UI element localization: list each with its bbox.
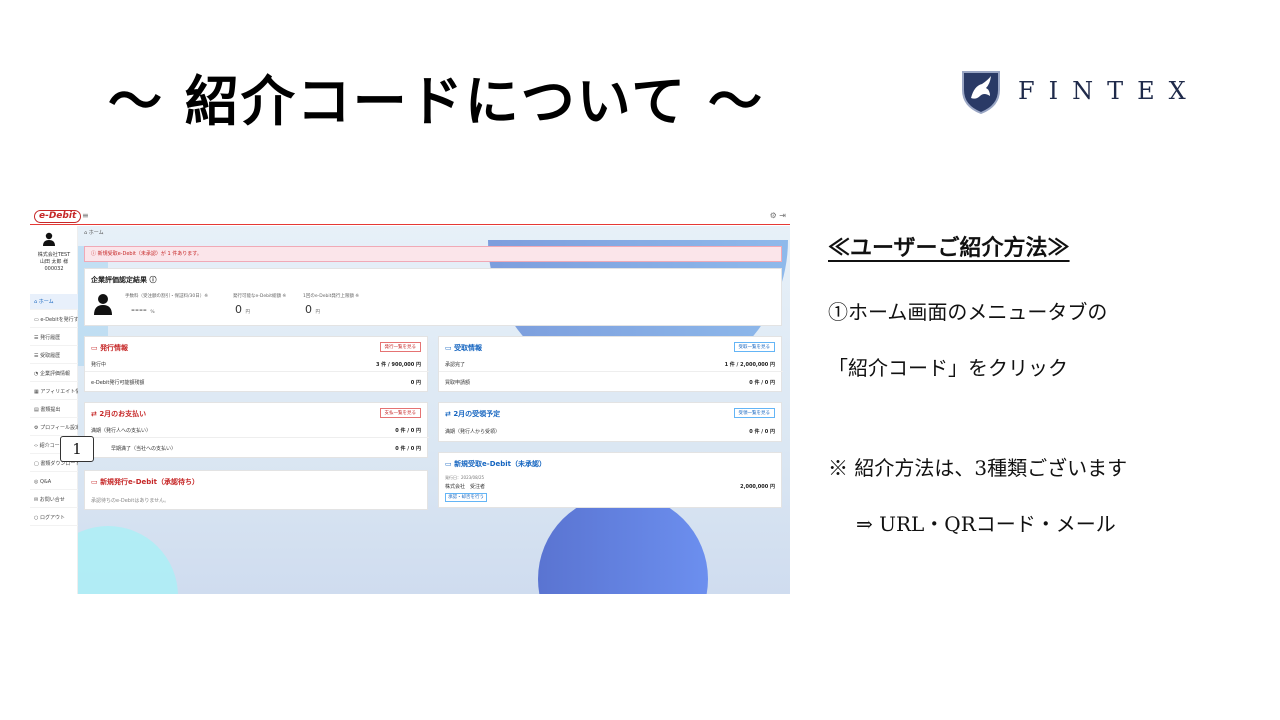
breadcrumb: ⌂ ホーム [84,230,104,236]
app-main: ⌂ ホーム ⓘ 新規受取e-Debit（未承認）が 1 件あります。 企業評価認… [78,226,790,594]
receive-list-button[interactable]: 受取一覧を見る [733,342,775,352]
issue-remaining-label: e-Debit発行可能額残額 [91,380,145,386]
app-topbar: e-Debit ≡ ⚙ ⇥ [30,208,790,225]
explanation-line-2: 「紹介コード」をクリック [828,356,1068,380]
sidebar-item-issue-history[interactable]: ☰ 発行履歴 [30,330,78,346]
company-avatar-icon [94,294,112,315]
evaluation-title: 企業評価認定結果 ⓘ [91,276,157,284]
payment-card: ⇄ 2月のお支払い 支払一覧を見る 満期（発行人への支払い） 0 件 / 0 円… [84,402,429,458]
user-id: 000032 [44,266,64,272]
fee-label: 手数料（受注額の割引・保証料/30日）※ [125,294,209,299]
receive-row-value: 1 件 / 2,000,000 円 [724,362,775,368]
new-receive-title: ▭ 新規受取e-Debit（未承認） [445,460,547,468]
issuable-total-value: 0 円 [235,303,250,316]
slide-title: ～ 紹介コードについて ～ [108,70,764,133]
user-info: 株式会社TEST 山田 太郎 様 000032 [30,252,78,273]
help-icon[interactable]: ⓘ [149,276,156,284]
fee-value: ---- % [131,303,155,316]
decor-blob [538,494,708,594]
issue-row-value: 3 件 / 900,000 円 [375,362,421,368]
issue-info-title: ▭ 発行情報 [91,344,129,352]
sidebar-item-documents[interactable]: ▤ 書類提出 [30,402,78,418]
planned-receipt-title: ⇄ 2月の受領予定 [445,410,501,418]
step-callout: 1 [60,436,94,462]
sidebar-item-issue[interactable]: ▭ e-Debitを発行する [30,312,84,328]
divider [85,437,429,438]
receive-row-label: 承認完了 [445,362,466,368]
sidebar-item-profile[interactable]: ⚙ プロフィール設定 [30,420,80,436]
purchase-request-value: 0 件 / 0 円 [749,380,775,386]
brand-name: FINTEX [1018,77,1200,105]
payment-title: ⇄ 2月のお支払い [91,410,147,418]
explanation-methods: ⇒ URL・QRコード・メール [856,512,1116,536]
planned-row-label: 満期（発行人から受領） [445,429,501,435]
sidebar-item-evaluation[interactable]: ◔ 企業評価情報 [30,366,78,382]
new-issue-empty: 承認待ちのe-Debitはありません。 [91,498,170,504]
approve-button[interactable]: 承認・却否を行う [445,493,487,502]
planned-list-button[interactable]: 受領一覧を見る [733,408,775,418]
explanation-line-1: ①ホーム画面のメニュータブの [828,300,1108,324]
issue-info-card: ▭ 発行情報 発行一覧を見る 発行中 3 件 / 900,000 円 e-Deb… [84,336,429,392]
gear-icon[interactable]: ⚙ [770,211,777,220]
new-receive-date: 発行日：2023/08/25 [445,475,485,480]
receive-info-title: ▭ 受取情報 [445,344,483,352]
sidebar-item-contact[interactable]: ✉ お問い合せ [30,492,78,508]
new-issue-card: ▭ 新規発行e-Debit（承認待ち） 承認待ちのe-Debitはありません。 [84,470,428,510]
issuable-total-label: 発行可能なe-Debit総額 ※ [233,294,287,299]
planned-receipt-card: ⇄ 2月の受領予定 受領一覧を見る 満期（発行人から受領） 0 件 / 0 円 [438,402,782,442]
explanation-heading: ≪ユーザーご紹介方法≫ [828,235,1070,261]
new-receive-company: 株式会社 受注者 [445,484,486,490]
payment-row-value: 0 件 / 0 円 [395,428,421,434]
top-icons: ⚙ ⇥ [770,211,786,220]
planned-row-value: 0 件 / 0 円 [749,429,775,435]
explanation-note: ※ 紹介方法は、3種類ございます [828,456,1128,480]
user-company: 株式会社TEST [37,252,71,258]
divider [85,371,429,372]
sidebar-item-affiliate[interactable]: ▦ アフィリエイト情報 [30,384,85,400]
payment-list-button[interactable]: 支払一覧を見る [379,408,421,418]
fintex-logo: FINTEX [960,66,1200,116]
issue-remaining-value: 0 円 [410,380,421,386]
issue-limit-value: 0 円 [305,303,320,316]
early-payment-label: 早期満了（当社への支払い） [111,446,177,452]
sidebar-item-home[interactable]: ⌂ ホーム [30,294,78,310]
user-avatar-icon [43,232,55,246]
purchase-request-label: 買取申請額 [445,380,471,386]
decor-blob [78,526,178,594]
divider [439,371,783,372]
payment-row-label: 満期（発行人への支払い） [91,428,152,434]
new-receive-card[interactable]: ▭ 新規受取e-Debit（未承認） 発行日：2023/08/25 株式会社 受… [438,452,782,508]
issue-list-button[interactable]: 発行一覧を見る [379,342,421,352]
new-receive-amount: 2,000,000 円 [740,484,775,490]
sidebar-item-receive-history[interactable]: ☰ 受取履歴 [30,348,78,364]
sidebar-item-qa[interactable]: ◎ Q&A [30,474,78,490]
hamburger-menu-icon[interactable]: ≡ [82,211,89,220]
evaluation-card: 企業評価認定結果 ⓘ 手数料（受注額の割引・保証料/30日）※ ---- % 発… [84,268,782,326]
receive-info-card: ▭ 受取情報 受取一覧を見る 承認完了 1 件 / 2,000,000 円 買取… [438,336,783,392]
user-name: 山田 太郎 様 [39,259,69,265]
early-payment-value: 0 件 / 0 円 [395,446,421,452]
new-receive-alert[interactable]: ⓘ 新規受取e-Debit（未承認）が 1 件あります。 [84,246,782,262]
app-screenshot: e-Debit ≡ ⚙ ⇥ 株式会社TEST 山田 太郎 様 000032 ⌂ … [30,208,790,594]
issue-row-label: 発行中 [91,362,107,368]
pegasus-shield-icon [962,71,1000,114]
issue-limit-label: 1回のe-Debit発行上限額 ※ [303,294,360,299]
app-logo[interactable]: e-Debit [34,210,82,223]
sidebar-item-logout[interactable]: ○ ログアウト [30,510,78,526]
app-sidebar: 株式会社TEST 山田 太郎 様 000032 ⌂ ホーム ▭ e-Debitを… [30,226,85,594]
new-issue-title: ▭ 新規発行e-Debit（承認待ち） [91,478,200,486]
logout-icon[interactable]: ⇥ [779,211,786,220]
